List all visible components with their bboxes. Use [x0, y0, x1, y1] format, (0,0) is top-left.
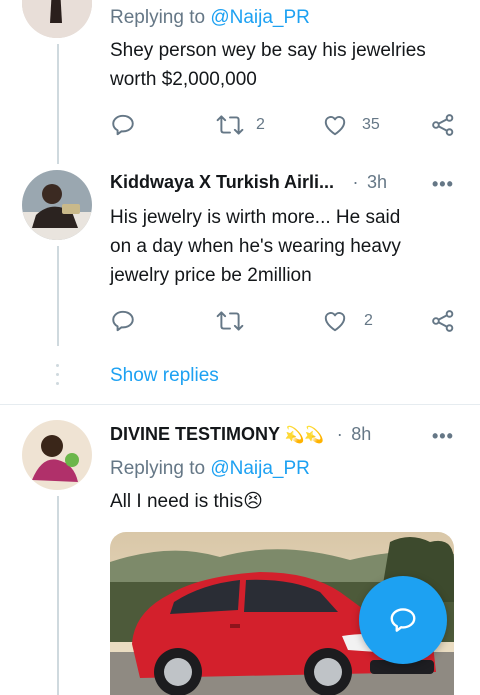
replying-prefix: Replying to — [110, 458, 211, 479]
divider — [0, 404, 480, 405]
replying-handle-link[interactable]: @Naija_PR — [210, 458, 310, 479]
tweet-text-line: on a day when he's wearing heavy — [110, 236, 401, 257]
retweet-button[interactable]: 2 — [216, 112, 265, 138]
reply-button[interactable] — [110, 308, 136, 334]
share-icon — [432, 310, 454, 332]
display-name[interactable]: DIVINE TESTIMONY — [110, 424, 280, 444]
separator: · — [336, 424, 343, 444]
compose-reply-icon — [390, 608, 416, 632]
like-icon — [324, 116, 346, 136]
like-count: 35 — [362, 116, 380, 133]
tweet-text-line: His jewelry is wirth more... He said — [110, 207, 401, 228]
share-button[interactable] — [430, 308, 456, 334]
reply-button[interactable] — [110, 112, 136, 138]
persevering-face-emoji-icon: 😣 — [243, 491, 263, 512]
avatar-image — [22, 170, 92, 240]
avatar-naija-top[interactable] — [22, 0, 92, 38]
more-options-button[interactable]: ••• — [432, 174, 454, 195]
tweet-text: His jewelry is wirth more... He said on … — [110, 203, 470, 290]
reply-icon — [112, 114, 134, 136]
tweet-text: All I need is this😣 — [110, 487, 263, 516]
tweet-text-line: jewelry price be 2million — [110, 265, 312, 286]
retweet-icon — [216, 311, 244, 331]
share-button[interactable] — [430, 112, 456, 138]
replying-to: Replying to @Naija_PR — [110, 7, 310, 29]
tweet-text-line: Shey person wey be say his jewelries — [110, 40, 426, 61]
thread-line-2 — [57, 246, 59, 346]
timestamp[interactable]: 8h — [351, 424, 371, 444]
replying-to: Replying to @Naija_PR — [110, 458, 310, 480]
reply-icon — [112, 310, 134, 332]
thread-line-1 — [57, 44, 59, 164]
like-count: 2 — [364, 312, 373, 329]
tweet-header: Kiddwaya X Turkish Airli... · 3h — [110, 172, 465, 196]
timestamp[interactable]: 3h — [367, 172, 387, 192]
tweet-text: Shey person wey be say his jewelries wor… — [110, 36, 470, 94]
compose-reply-button[interactable] — [359, 576, 447, 664]
show-replies-link[interactable]: Show replies — [110, 365, 219, 387]
avatar-image — [22, 420, 92, 490]
thread-line-3 — [57, 496, 59, 695]
thread-dots — [56, 364, 60, 390]
avatar-kiddwaya[interactable] — [22, 170, 92, 240]
dizzy-emoji-icon: 💫💫 — [284, 427, 325, 444]
retweet-icon — [216, 115, 244, 135]
retweet-count: 2 — [256, 116, 265, 133]
tweet-header: DIVINE TESTIMONY 💫💫 · 8h — [110, 424, 465, 448]
avatar-divine-testimony[interactable] — [22, 420, 92, 490]
more-icon: ••• — [432, 174, 454, 194]
replying-prefix: Replying to — [110, 7, 211, 28]
more-options-button[interactable]: ••• — [432, 426, 454, 447]
retweet-button[interactable] — [216, 308, 256, 334]
like-button[interactable]: 2 — [322, 308, 373, 334]
like-icon — [324, 312, 346, 332]
share-icon — [432, 114, 454, 136]
tweet-text-line: All I need is this — [110, 491, 244, 512]
replying-handle-link[interactable]: @Naija_PR — [210, 7, 310, 28]
display-name[interactable]: Kiddwaya X Turkish Airli... — [110, 172, 334, 192]
like-button[interactable]: 35 — [322, 112, 380, 138]
tweet-text-line: worth $2,000,000 — [110, 69, 257, 90]
separator: · — [352, 172, 359, 192]
more-icon: ••• — [432, 426, 454, 446]
avatar-image — [22, 0, 92, 38]
